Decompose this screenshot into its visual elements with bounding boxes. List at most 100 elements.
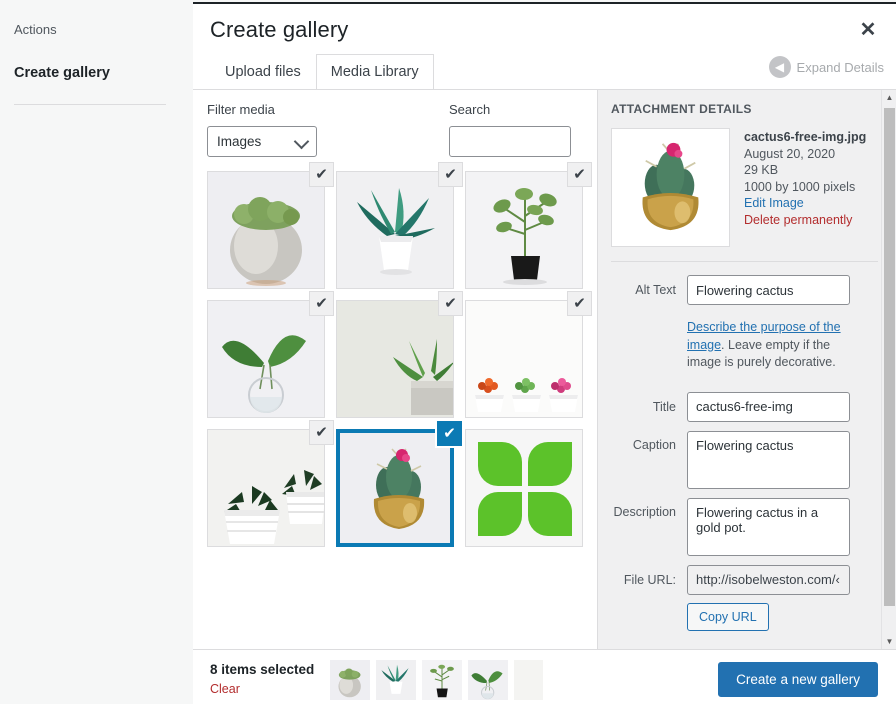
actions-heading: Actions <box>14 22 57 37</box>
checkmark-icon[interactable]: ✔ <box>438 162 463 187</box>
file-url-row: File URL: Copy URL <box>611 564 878 631</box>
details-scrollbar[interactable]: ▲ ▼ <box>881 90 896 649</box>
checkmark-icon[interactable]: ✔ <box>309 420 334 445</box>
alt-text-help: Describe the purpose of the image. Leave… <box>687 319 850 372</box>
checkmark-icon[interactable]: ✔ <box>309 291 334 316</box>
leaf-in-glass-vase-art <box>208 301 324 417</box>
search-group: Search <box>449 102 571 157</box>
caption-row: Caption Flowering cactus <box>611 430 878 489</box>
moss-in-concrete-pot-mini-art <box>330 660 370 700</box>
action-create-gallery[interactable]: Create gallery <box>14 64 179 82</box>
scroll-down-arrow-icon[interactable]: ▼ <box>882 634 896 649</box>
chevron-down-icon <box>293 133 310 150</box>
caption-label: Caption <box>632 437 676 452</box>
title-control <box>687 391 878 422</box>
filter-media-select[interactable]: Images <box>207 126 317 157</box>
media-item-moss-in-concrete-pot[interactable]: ✔ <box>207 162 334 289</box>
media-item-cactus6-free-img[interactable]: ✔ <box>336 421 462 547</box>
attachment-details-pane: ATTACHMENT DETAILS cactus6-free-img.jpg … <box>597 90 896 649</box>
modal-tabs: Upload files Media Library <box>210 54 434 91</box>
media-item-seedling-black-pot[interactable]: ✔ <box>465 162 592 289</box>
checkmark-icon[interactable]: ✔ <box>567 291 592 316</box>
details-divider <box>611 261 878 262</box>
tab-upload-files[interactable]: Upload files <box>210 54 316 90</box>
attachment-filename: cactus6-free-img.jpg <box>744 130 867 144</box>
selected-count-label: 8 items selected <box>210 662 315 677</box>
screen-root: Actions Create gallery Create gallery ✕ … <box>0 0 896 704</box>
attachment-summary: cactus6-free-img.jpg August 20, 2020 29 … <box>611 128 878 247</box>
filter-media-label: Filter media <box>207 102 275 117</box>
modal-title: Create gallery <box>210 17 349 42</box>
cactus-gold-pot-preview-art <box>612 129 729 246</box>
thumbnail-image <box>208 430 324 546</box>
checkmark-icon[interactable]: ✔ <box>309 162 334 187</box>
file-url-input[interactable] <box>687 564 850 595</box>
description-textarea[interactable]: Flowering cactus in a gold pot. <box>687 497 850 556</box>
media-item-aloe-in-white-pot[interactable]: ✔ <box>336 162 463 289</box>
caption-textarea[interactable]: Flowering cactus <box>687 430 850 489</box>
checkmark-icon[interactable]: ✔ <box>438 291 463 316</box>
alt-help-control: Describe the purpose of the image. Leave… <box>687 314 878 383</box>
edit-image-link[interactable]: Edit Image <box>744 195 866 212</box>
expand-details-label: Expand Details <box>796 59 884 75</box>
modal-header: Create gallery ✕ ◀ Expand Details Upload… <box>193 4 896 91</box>
thumbnail-image <box>208 172 324 288</box>
file-url-control: Copy URL <box>687 564 878 631</box>
three-flower-pots-art <box>466 301 582 417</box>
file-url-label: File URL: <box>623 572 676 587</box>
caption-control: Flowering cactus <box>687 430 878 489</box>
copy-url-button[interactable]: Copy URL <box>687 602 769 631</box>
strip-thumb-leaf-in-glass-vase[interactable] <box>468 660 508 700</box>
filter-media-group: Filter media Images <box>207 102 317 157</box>
strip-thumb-moss-in-concrete-pot[interactable] <box>330 660 370 700</box>
expand-details-button[interactable]: ◀ Expand Details <box>768 56 884 78</box>
attachment-filesize: 29 KB <box>744 163 779 177</box>
aloe-in-white-pot-mini-art <box>376 660 416 700</box>
media-item-green-clover-logo[interactable] <box>465 429 583 547</box>
media-grid: ✔ ✔ ✔ ✔ ✔ ✔ ✔ ✔ <box>207 162 592 547</box>
selected-thumbnails-strip <box>330 660 543 700</box>
attachment-dimensions: 1000 by 1000 pixels <box>744 179 856 194</box>
search-input[interactable] <box>449 126 571 157</box>
seedling-black-pot-mini-art <box>422 660 462 700</box>
strip-thumb-aloe-in-white-pot[interactable] <box>376 660 416 700</box>
left-actions-panel: Actions Create gallery <box>0 0 193 704</box>
green-clover-logo-art <box>466 430 582 546</box>
close-icon[interactable]: ✕ <box>852 14 884 46</box>
modal-content: Filter media Images Search ✔ ✔ ✔ ✔ ✔ ✔ ✔… <box>193 90 896 649</box>
media-item-two-succulent-pots[interactable]: ✔ <box>207 420 334 547</box>
media-item-succulent-grey-pot[interactable]: ✔ <box>336 291 463 418</box>
strip-thumb-succulent-grey-pot[interactable] <box>514 660 543 700</box>
description-row: Description Flowering cactus in a gold p… <box>611 497 878 556</box>
alt-text-input[interactable] <box>687 275 850 305</box>
thumbnail-image <box>466 430 582 546</box>
alt-text-row: Alt Text <box>611 275 878 305</box>
aloe-in-white-pot-art <box>337 172 453 288</box>
attachment-date: August 20, 2020 <box>744 146 836 161</box>
tab-media-library[interactable]: Media Library <box>315 54 434 91</box>
two-succulent-pots-art <box>208 430 324 546</box>
strip-thumb-seedling-black-pot[interactable] <box>422 660 462 700</box>
leaf-in-glass-vase-mini-art <box>468 660 508 700</box>
attachment-preview-thumbnail <box>611 128 730 247</box>
title-input[interactable] <box>687 391 850 422</box>
thumbnail-image <box>466 301 582 417</box>
media-item-three-flower-pots[interactable]: ✔ <box>465 291 592 418</box>
succulent-grey-pot-art <box>337 301 453 417</box>
chevron-left-circle-icon: ◀ <box>768 56 791 78</box>
thumbnail-image <box>466 172 582 288</box>
media-item-leaf-in-glass-vase[interactable]: ✔ <box>207 291 334 418</box>
title-row: Title <box>611 391 878 422</box>
thumbnail-image <box>337 172 453 288</box>
cactus-gold-pot-art <box>340 433 450 543</box>
alt-text-help-row: Describe the purpose of the image. Leave… <box>611 314 878 383</box>
scroll-up-arrow-icon[interactable]: ▲ <box>882 90 896 105</box>
scrollbar-thumb[interactable] <box>884 108 895 606</box>
attachment-details-heading: ATTACHMENT DETAILS <box>611 102 752 116</box>
clear-selection-link[interactable]: Clear <box>210 681 240 697</box>
checkmark-icon[interactable]: ✔ <box>567 162 592 187</box>
delete-permanently-link[interactable]: Delete permanently <box>744 212 866 229</box>
create-new-gallery-button[interactable]: Create a new gallery <box>718 662 878 697</box>
checkmark-icon[interactable]: ✔ <box>437 421 462 446</box>
media-modal: Create gallery ✕ ◀ Expand Details Upload… <box>193 2 896 704</box>
